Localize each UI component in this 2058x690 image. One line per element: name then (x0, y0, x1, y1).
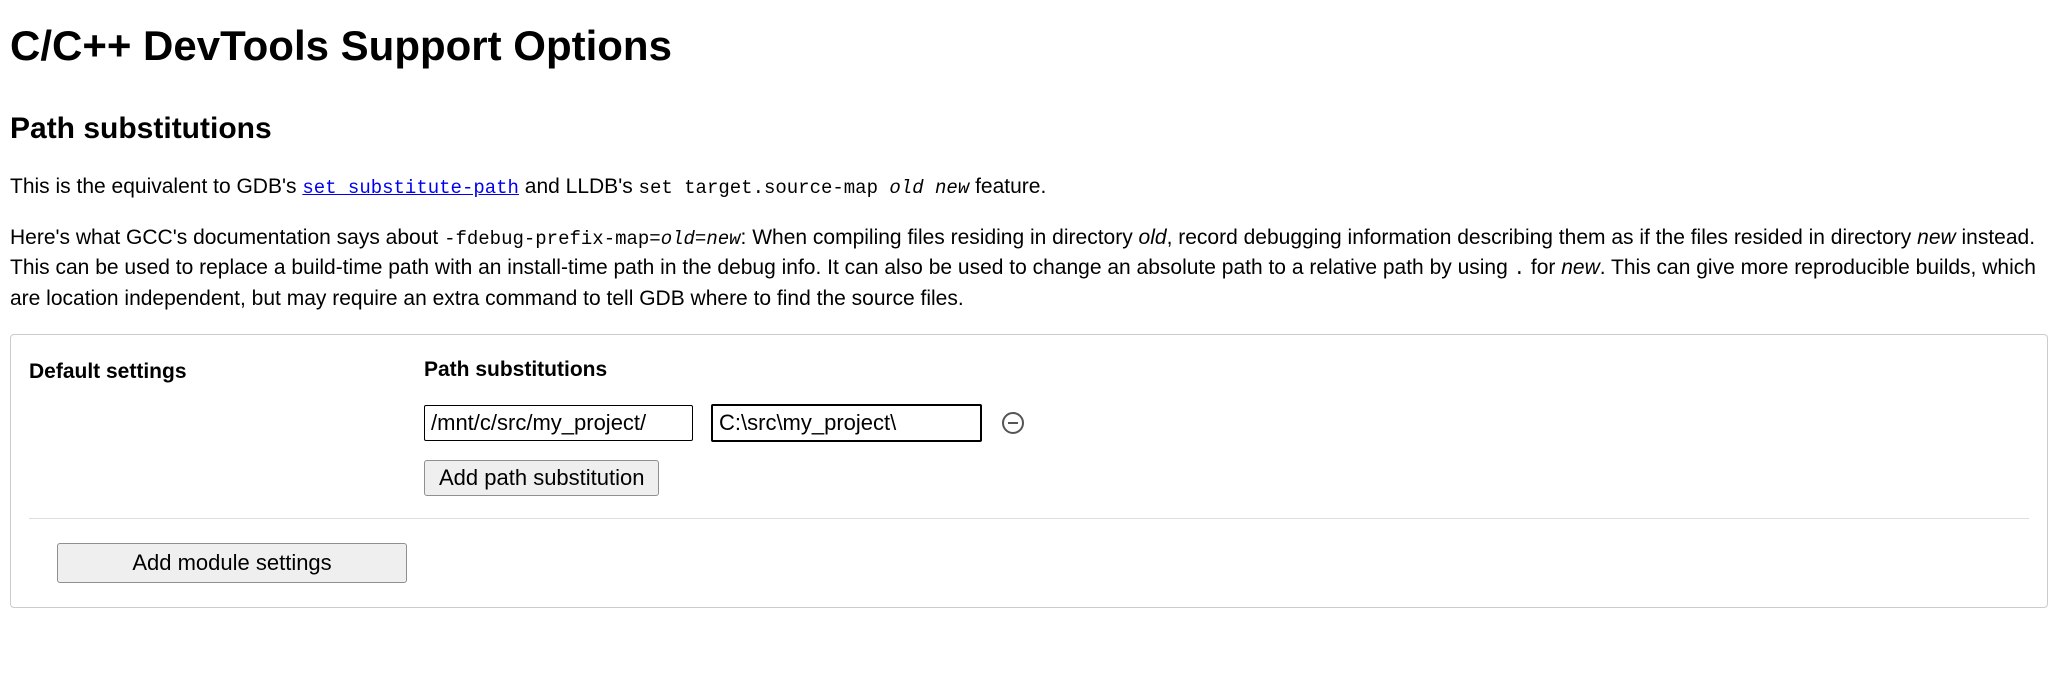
text: for (1525, 256, 1561, 279)
section-title-path-substitutions: Path substitutions (10, 107, 2048, 151)
settings-panel: Default settings Path substitutions Add … (10, 334, 2048, 607)
text: , record debugging information describin… (1167, 226, 1918, 249)
lldb-source-map-code: set target.source-map old new (639, 177, 970, 199)
divider (29, 518, 2029, 519)
text: Here's what GCC's documentation says abo… (10, 226, 444, 249)
path-from-input[interactable] (424, 405, 693, 441)
path-to-input[interactable] (711, 404, 982, 442)
default-settings-label: Default settings (29, 355, 424, 387)
text: : When compiling files residing in direc… (741, 226, 1139, 249)
add-module-settings-button[interactable]: Add module settings (57, 543, 407, 583)
dot-code: . (1514, 258, 1525, 280)
text: This is the equivalent to GDB's (10, 175, 302, 198)
path-substitutions-label: Path substitutions (424, 355, 2029, 385)
new-italic: new (1917, 226, 1956, 249)
description-paragraph-1: This is the equivalent to GDB's set subs… (10, 172, 2048, 203)
path-substitution-row (424, 404, 2029, 442)
text: feature. (969, 175, 1046, 198)
text: and LLDB's (519, 175, 639, 198)
old-italic: old (1139, 226, 1167, 249)
add-path-substitution-button[interactable]: Add path substitution (424, 460, 659, 496)
description-paragraph-2: Here's what GCC's documentation says abo… (10, 223, 2048, 315)
fdebug-prefix-map-code: -fdebug-prefix-map=old=new (444, 228, 740, 250)
new-italic-2: new (1561, 256, 1600, 279)
gdb-set-substitute-path-link[interactable]: set substitute-path (302, 177, 519, 199)
page-title: C/C++ DevTools Support Options (10, 16, 2048, 77)
remove-icon[interactable] (1000, 410, 1026, 436)
